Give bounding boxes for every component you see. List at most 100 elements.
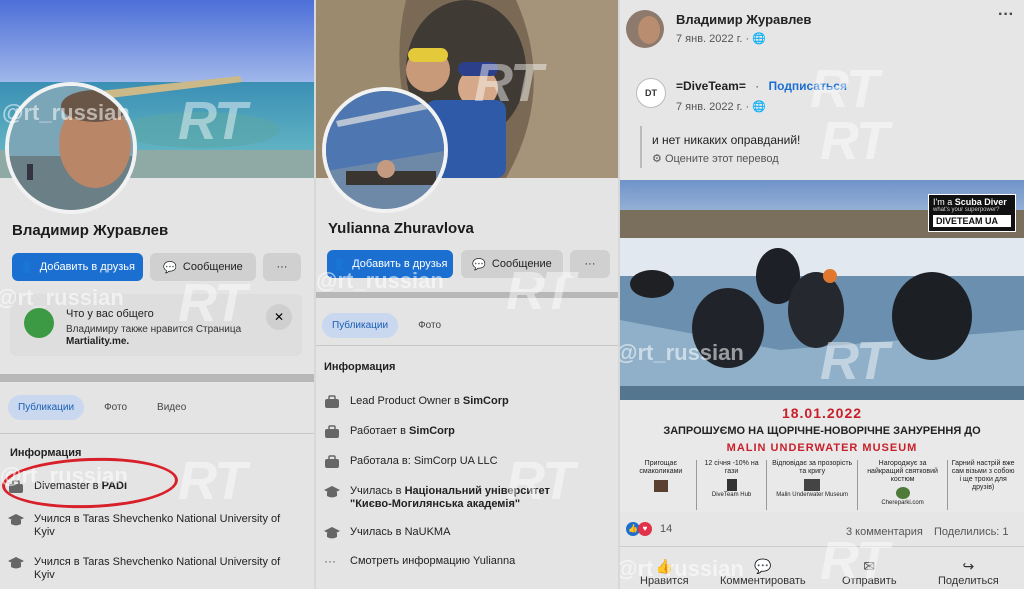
section-divider xyxy=(316,292,618,298)
love-reaction-icon: ♥ xyxy=(638,522,652,536)
reactions-bar[interactable]: 👍 ♥ 14 xyxy=(626,522,672,536)
info-text: Работает в SimCorp xyxy=(350,425,455,437)
shared-meta: 7 янв. 2022 г. · 🌐 xyxy=(676,100,766,113)
event-column: 12 січня -10% на гази DiveTeam Hub xyxy=(697,460,768,510)
message-button[interactable]: 💬 Сообщение xyxy=(461,250,563,278)
more-dots-icon: ··· xyxy=(324,554,336,568)
comment-label: Комментировать xyxy=(720,575,806,587)
post-panel: Владимир Журавлев 7 янв. 2022 г. · 🌐 ···… xyxy=(620,0,1024,589)
profile-tabs: Публикации Фото xyxy=(322,313,451,338)
message-button[interactable]: 💬 Сообщение xyxy=(150,253,256,281)
message-label: Сообщение xyxy=(182,261,243,273)
info-item-past-work: Работала в: SimCorp UA LLC xyxy=(324,455,498,469)
more-options-button[interactable]: ··· xyxy=(570,250,610,278)
profile-avatar[interactable] xyxy=(5,82,137,214)
comment-icon: 💬 xyxy=(754,558,772,574)
more-label: ··· xyxy=(584,258,596,270)
tab-videos[interactable]: Видео xyxy=(147,395,196,420)
comment-button[interactable]: 💬 Комментировать xyxy=(720,558,806,587)
subscribe-link[interactable]: Подписаться xyxy=(769,79,847,93)
section-divider xyxy=(0,374,314,382)
event-heading: ЗАПРОШУЄМО НА ЩОРІЧНЕ-НОВОРІЧНЕ ЗАНУРЕНН… xyxy=(663,425,981,437)
send-label: Отправить xyxy=(842,575,897,587)
event-column: Гарний настрій вже сам візьми з собою і … xyxy=(951,460,1015,491)
add-friend-icon: 👤 xyxy=(20,261,34,274)
briefcase-icon xyxy=(325,455,339,468)
profile-avatar[interactable] xyxy=(322,87,448,213)
profile-panel-yulianna: Yulianna Zhuravlova 👤 Добавить в друзья … xyxy=(316,0,618,589)
event-column: Нагороджує за найкращий святковий костюм… xyxy=(858,460,949,510)
add-friend-button[interactable]: 👤 Добавить в друзья xyxy=(327,250,453,278)
tab-posts[interactable]: Публикации xyxy=(8,395,85,420)
badge-line1a: I'm a xyxy=(933,197,955,207)
shares-count[interactable]: Поделились: 1 xyxy=(934,526,1009,538)
info-item-work: Работает в SimCorp xyxy=(324,425,455,439)
event-columns: Пригощає смаколиками 12 січня -10% на га… xyxy=(626,460,1018,510)
more-label: ··· xyxy=(276,261,288,273)
see-all-info-link[interactable]: ··· Смотреть информацию Yulianna xyxy=(324,555,515,569)
shared-page-avatar[interactable]: DT xyxy=(636,78,666,108)
add-friend-icon: 👤 xyxy=(332,258,347,271)
info-item-education-2: Учился в Taras Shevchenko National Unive… xyxy=(8,556,298,582)
add-friend-label: Добавить в друзья xyxy=(39,261,135,273)
badge-line2: what's your superpower? xyxy=(933,207,1000,213)
more-options-button[interactable]: ··· xyxy=(263,253,301,281)
info-item-education-1: Учился в Taras Shevchenko National Unive… xyxy=(8,513,298,539)
watermark-logo: RT xyxy=(178,451,247,511)
badge-line1b: Scuba Diver xyxy=(954,197,1007,207)
info-heading: Информация xyxy=(10,447,82,459)
globe-icon: 🌐 xyxy=(752,33,766,45)
post-date[interactable]: 7 янв. 2022 г. · xyxy=(676,33,752,45)
tabs-separator xyxy=(316,345,618,346)
briefcase-icon xyxy=(325,425,339,438)
messenger-icon: 💬 xyxy=(163,261,177,274)
info-heading: Информация xyxy=(324,361,396,373)
tab-posts[interactable]: Публикации xyxy=(322,313,399,338)
close-button[interactable]: ✕ xyxy=(266,304,292,330)
profile-name: Владимир Журавлев xyxy=(12,222,169,239)
send-button[interactable]: ✉ Отправить xyxy=(842,558,897,587)
watermark-logo: RT xyxy=(820,111,889,171)
shared-header: =DiveTeam= · Подписаться xyxy=(676,79,847,93)
actions-separator xyxy=(620,546,1024,547)
reactions-count: 14 xyxy=(660,523,673,535)
info-text: Учился в Taras Shevchenko National Unive… xyxy=(34,556,281,581)
common-title: Что у вас общего xyxy=(66,308,154,320)
separator-dot: · xyxy=(755,79,760,93)
info-item-education-1: Училась в Національний університет "Києв… xyxy=(324,485,564,511)
post-author[interactable]: Владимир Журавлев xyxy=(676,12,811,27)
profile-panel-vladimir: Владимир Журавлев 👤 Добавить в друзья 💬 … xyxy=(0,0,314,589)
common-interests-card: Что у вас общего Владимиру также нравитс… xyxy=(10,294,302,356)
tab-photos[interactable]: Фото xyxy=(94,395,137,420)
info-text: Училась в NaUKMA xyxy=(350,526,451,538)
share-button[interactable]: ↪ Поделиться xyxy=(938,558,999,587)
post-photo[interactable]: I'm a Scuba Diver what's your superpower… xyxy=(620,180,1024,400)
graduation-cap-icon xyxy=(324,486,340,498)
comments-count[interactable]: 3 комментария xyxy=(846,526,923,538)
common-line2: Martiality.me. xyxy=(66,336,130,347)
profile-name: Yulianna Zhuravlova xyxy=(328,220,474,237)
museum-icon xyxy=(804,479,821,491)
author-avatar[interactable] xyxy=(626,10,664,48)
share-label: Поделиться xyxy=(938,575,999,587)
globe-icon: 🌐 xyxy=(752,101,766,113)
tab-photos[interactable]: Фото xyxy=(408,313,451,338)
thumbs-up-icon: 👍 xyxy=(655,558,673,574)
tabs-separator xyxy=(0,433,314,434)
info-text: Училась в Національний університет "Києв… xyxy=(350,485,550,510)
badge-brand: DIVETEAM UA xyxy=(933,215,1011,227)
like-button[interactable]: 👍 Нравится xyxy=(640,558,689,587)
turtle-icon xyxy=(895,487,910,499)
info-text: Работала в: SimCorp UA LLC xyxy=(350,455,498,467)
common-line1: Владимиру также нравится Страница xyxy=(66,324,242,335)
shared-page-name[interactable]: =DiveTeam= xyxy=(676,79,746,93)
translate-row[interactable]: ⚙ Оцените этот перевод xyxy=(652,152,779,165)
post-text: и нет никаких оправданий! xyxy=(652,133,801,147)
messenger-icon: ✉ xyxy=(863,558,876,574)
add-friend-button[interactable]: 👤 Добавить в друзья xyxy=(12,253,143,281)
event-column: Пригощає смаколиками xyxy=(626,460,697,510)
like-label: Нравится xyxy=(640,575,689,587)
post-menu-button[interactable]: ··· xyxy=(998,6,1014,24)
add-friend-label: Добавить в друзья xyxy=(352,258,448,270)
shared-date[interactable]: 7 янв. 2022 г. · xyxy=(676,101,752,113)
